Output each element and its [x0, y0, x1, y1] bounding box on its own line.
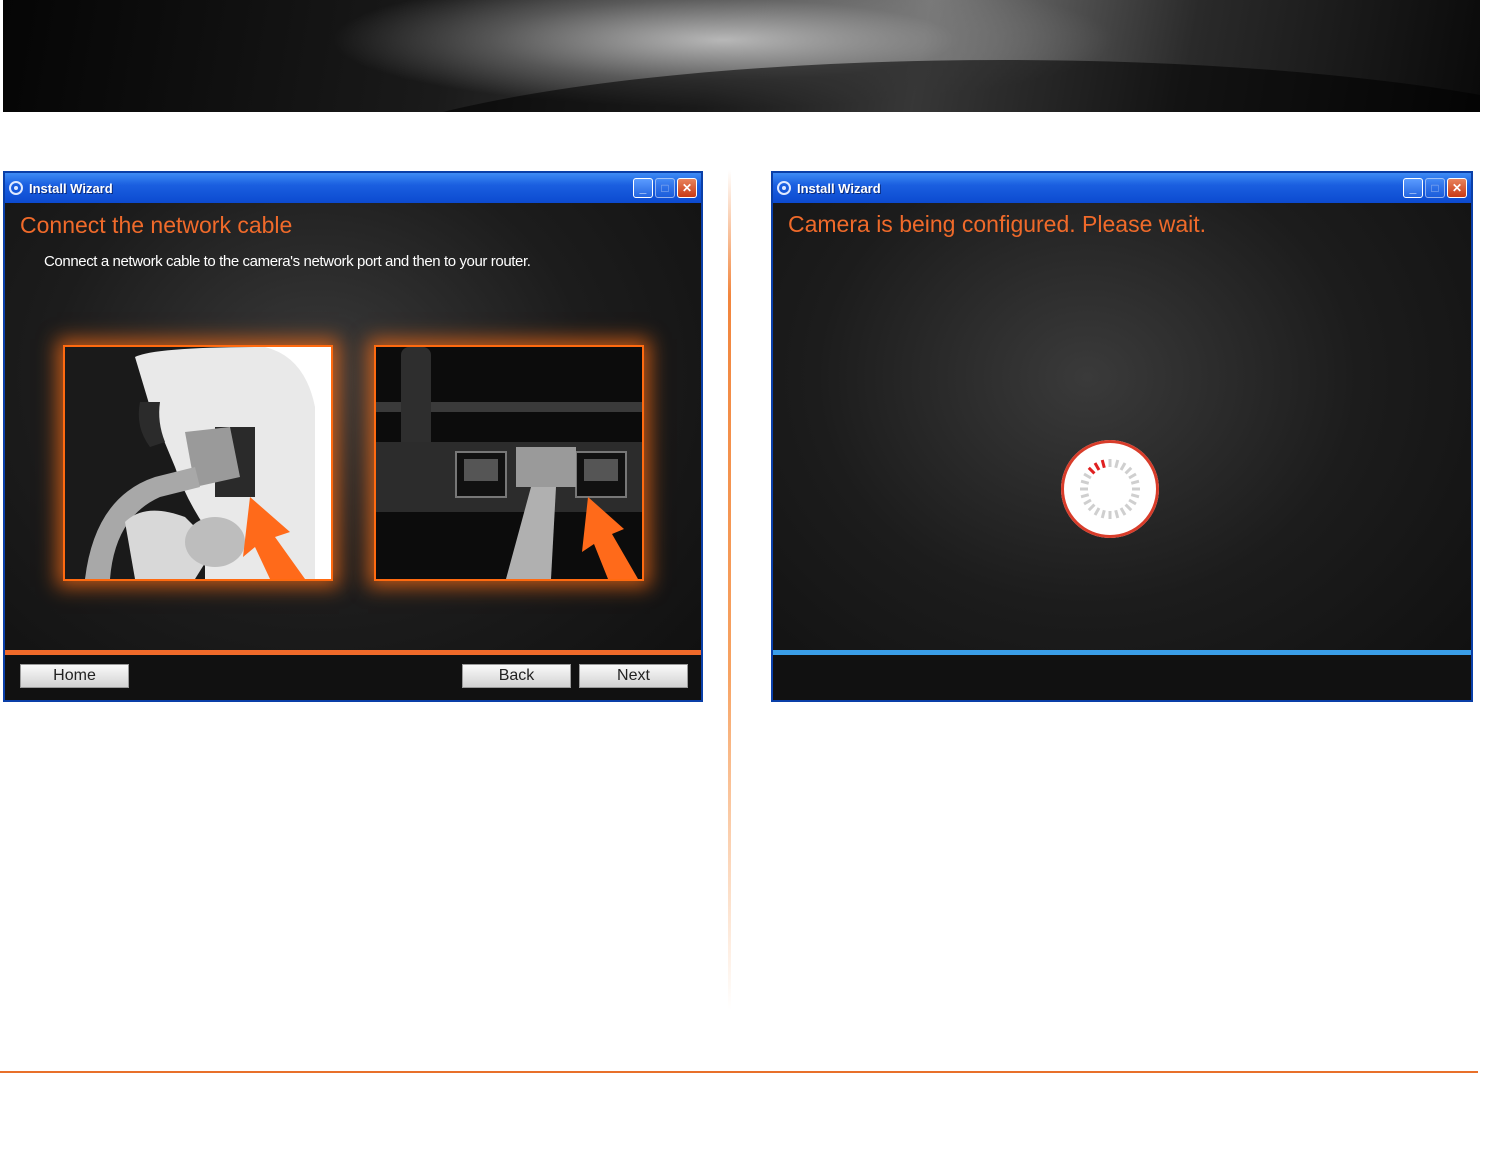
back-button[interactable]: Back: [462, 664, 571, 688]
minimize-button[interactable]: _: [633, 178, 653, 198]
next-button[interactable]: Next: [579, 664, 688, 688]
window-title: Install Wizard: [797, 180, 881, 196]
loading-spinner: [1061, 440, 1159, 538]
install-wizard-window-left: Install Wizard _ □ ✕ Connect the network…: [3, 171, 703, 702]
page-divider: [728, 170, 731, 1010]
wizard-content: Camera is being configured. Please wait.: [773, 203, 1471, 700]
spinner-icon: [1080, 459, 1140, 519]
install-wizard-window-right: Install Wizard _ □ ✕ Camera is being con…: [771, 171, 1473, 702]
minimize-button[interactable]: _: [1403, 178, 1423, 198]
app-icon: [9, 181, 23, 195]
step-instruction: Connect a network cable to the camera's …: [44, 253, 531, 270]
footer-stripe: [773, 650, 1471, 655]
wizard-footer: [773, 650, 1471, 700]
title-bar[interactable]: Install Wizard _ □ ✕: [5, 173, 701, 203]
close-button[interactable]: ✕: [677, 178, 697, 198]
home-button[interactable]: Home: [20, 664, 129, 688]
status-heading: Camera is being configured. Please wait.: [788, 211, 1207, 237]
wizard-footer: Home Back Next: [5, 650, 701, 700]
footer-stripe: [5, 650, 701, 655]
app-icon: [777, 181, 791, 195]
window-title: Install Wizard: [29, 180, 113, 196]
maximize-button[interactable]: □: [1425, 178, 1445, 198]
close-button[interactable]: ✕: [1447, 178, 1467, 198]
wizard-content: Connect the network cable Connect a netw…: [5, 203, 701, 700]
page-footer-line: [0, 1071, 1478, 1073]
title-bar[interactable]: Install Wizard _ □ ✕: [773, 173, 1471, 203]
camera-port-photo: [63, 345, 333, 581]
maximize-button[interactable]: □: [655, 178, 675, 198]
step-heading: Connect the network cable: [20, 212, 293, 238]
router-port-photo: [374, 345, 644, 581]
header-banner-curve: [3, 0, 1480, 112]
